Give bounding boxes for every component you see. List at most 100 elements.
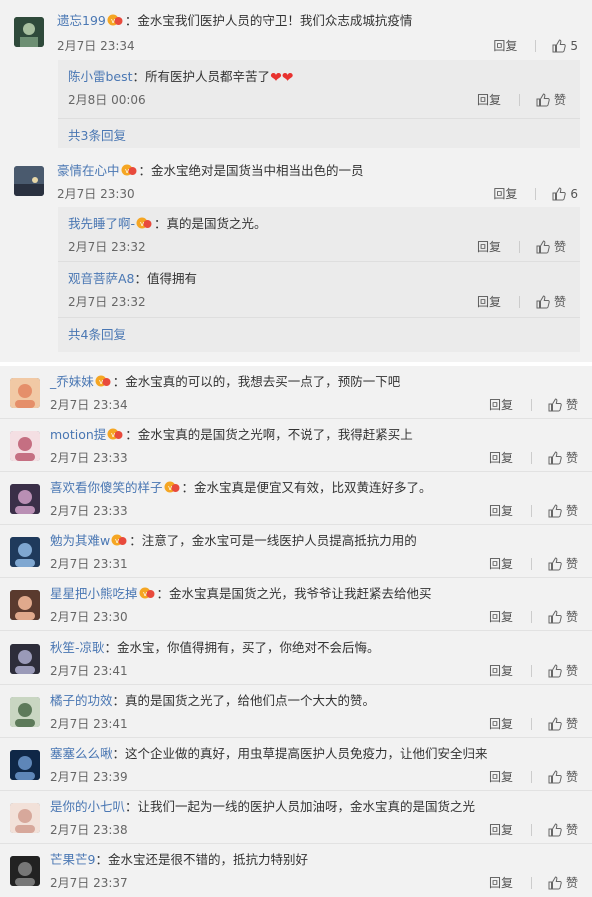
reply-button[interactable]: 回复 [489, 662, 513, 679]
comment-item: 遗忘199 v ：金水宝我们医护人员的守卫！我们众志成城抗疫情 2月7日 23:34… [0, 0, 592, 150]
avatar[interactable] [10, 431, 40, 461]
reply-button[interactable]: 回复 [489, 555, 513, 572]
like-button[interactable]: 赞 [548, 768, 578, 785]
username-link[interactable]: 星星把小熊吃掉 [50, 586, 138, 601]
reply-box: 陈小雷best：所有医护人员都辛苦了❤❤ 2月8日 00:06 回复 赞 共3条… [58, 60, 580, 148]
reply-time: 2月7日 23:32 [68, 295, 146, 309]
username-link[interactable]: _乔妹妹 [50, 374, 94, 389]
like-button[interactable]: 5 [552, 39, 578, 53]
username-link[interactable]: 秋笙-凉耿 [50, 640, 105, 655]
reply-username-link[interactable]: 观音菩萨A8 [68, 271, 135, 286]
thumbs-up-icon [548, 609, 562, 623]
vip-badge-icon: v [164, 481, 180, 493]
reply-button[interactable]: 回复 [489, 715, 513, 732]
thumbs-up-icon [548, 503, 562, 517]
like-button[interactable]: 赞 [548, 396, 578, 413]
comment-time: 2月7日 23:30 [57, 187, 135, 201]
username-link[interactable]: 芒果芒9 [50, 852, 95, 867]
divider [0, 630, 592, 631]
svg-text:v: v [99, 378, 103, 386]
avatar[interactable] [10, 750, 40, 780]
avatar[interactable] [10, 590, 40, 620]
reply-button[interactable]: 回复 [489, 874, 513, 891]
like-label: 赞 [553, 93, 566, 107]
like-count: 6 [570, 186, 578, 201]
reply-button[interactable]: 回复 [489, 396, 513, 413]
username-link[interactable]: 橘子的功效 [50, 693, 113, 708]
comment-time: 2月7日 23:39 [50, 770, 128, 784]
username-link[interactable]: 是你的小七叭 [50, 799, 125, 814]
username-link[interactable]: 塞塞么么啾 [50, 746, 113, 761]
avatar[interactable] [10, 856, 40, 886]
username-link[interactable]: 豪情在心中 [57, 163, 120, 178]
thumbs-up-icon [536, 92, 550, 106]
avatar[interactable] [10, 697, 40, 727]
comment-time: 2月7日 23:34 [50, 398, 128, 412]
reply-text: ：真的是国货之光。 [154, 216, 267, 231]
avatar[interactable] [10, 378, 40, 408]
like-button[interactable]: 赞 [548, 555, 578, 572]
like-label: 赞 [553, 240, 566, 254]
comment-item: 勉为其难w v ：注意了，金水宝可是一线医护人员提高抵抗力用的 2月7日 23:31 回… [0, 525, 592, 578]
avatar[interactable] [14, 17, 44, 47]
reply-button[interactable]: 回复 [493, 37, 517, 54]
avatar[interactable] [14, 166, 44, 196]
like-button[interactable]: 赞 [548, 608, 578, 625]
divider [518, 93, 520, 106]
like-button[interactable]: 赞 [548, 715, 578, 732]
avatar[interactable] [10, 644, 40, 674]
reply-button[interactable]: 回复 [489, 608, 513, 625]
avatar[interactable] [10, 803, 40, 833]
divider [530, 876, 532, 889]
like-button[interactable]: 赞 [536, 238, 566, 255]
like-button[interactable]: 赞 [548, 662, 578, 679]
reply-button[interactable]: 回复 [477, 293, 501, 310]
comment-item: 是你的小七叭：让我们一起为一线的医护人员加油呀，金水宝真的是国货之光 2月7日 2… [0, 791, 592, 844]
username-link[interactable]: motion提 [50, 427, 106, 442]
comment-item: _乔妹妹 v ：金水宝真的可以的，我想去买一点了，预防一下吧 2月7日 23:34 回复… [0, 366, 592, 419]
reply-button[interactable]: 回复 [477, 238, 501, 255]
thumbs-up-icon [552, 186, 567, 200]
svg-text:v: v [111, 431, 115, 439]
username-link[interactable]: 喜欢看你傻笑的样子 [50, 480, 163, 495]
like-button[interactable]: 赞 [536, 293, 566, 310]
like-label: 赞 [565, 876, 578, 890]
username-link[interactable]: 遗忘199 [57, 13, 106, 28]
like-label: 赞 [565, 504, 578, 518]
reply-button[interactable]: 回复 [493, 185, 517, 202]
reply-button[interactable]: 回复 [489, 502, 513, 519]
reply-username-link[interactable]: 陈小雷best [68, 69, 133, 84]
like-button[interactable]: 赞 [548, 874, 578, 891]
reply-button[interactable]: 回复 [489, 768, 513, 785]
avatar[interactable] [10, 484, 40, 514]
reply-button[interactable]: 回复 [489, 821, 513, 838]
like-button[interactable]: 赞 [536, 91, 566, 108]
like-button[interactable]: 6 [552, 187, 578, 201]
reply-username-link[interactable]: 我先睡了啊- [68, 216, 135, 231]
vip-badge-icon: v [107, 428, 123, 440]
comment-item: 芒果芒9：金水宝还是很不错的，抵抗力特别好 2月7日 23:37 回复 赞 [0, 844, 592, 897]
like-label: 赞 [565, 823, 578, 837]
avatar[interactable] [10, 537, 40, 567]
more-replies-link[interactable]: 共4条回复 [68, 324, 126, 343]
comment-text: ：金水宝，你值得拥有，买了，你绝对不会后悔。 [104, 640, 380, 655]
svg-text:v: v [111, 17, 115, 25]
more-replies-link[interactable]: 共3条回复 [68, 125, 126, 144]
comment-text: ：金水宝真是便宜又有效，比双黄连好多了。 [181, 480, 432, 495]
reply-button[interactable]: 回复 [477, 91, 501, 108]
like-button[interactable]: 赞 [548, 821, 578, 838]
comment-text: ：让我们一起为一线的医护人员加油呀，金水宝真的是国货之光 [125, 799, 476, 814]
divider [518, 240, 520, 253]
divider [530, 398, 532, 411]
divider [530, 770, 532, 783]
reply-button[interactable]: 回复 [489, 449, 513, 466]
like-button[interactable]: 赞 [548, 502, 578, 519]
like-button[interactable]: 赞 [548, 449, 578, 466]
comment-text: ：金水宝真的是国货之光啊，不说了，我得赶紧买上 [125, 427, 413, 442]
comment-text: ：金水宝真的可以的，我想去买一点了，预防一下吧 [112, 374, 401, 389]
reply-item: 我先睡了啊-v ：真的是国货之光。 2月7日 23:32 回复 赞 [58, 207, 580, 261]
username-link[interactable]: 勉为其难w [50, 533, 110, 548]
divider [518, 295, 520, 308]
comment-item: 星星把小熊吃掉 v ：金水宝真是国货之光，我爷爷让我赶紧去给他买 2月7日 23:30… [0, 578, 592, 631]
svg-text:v: v [140, 220, 144, 228]
